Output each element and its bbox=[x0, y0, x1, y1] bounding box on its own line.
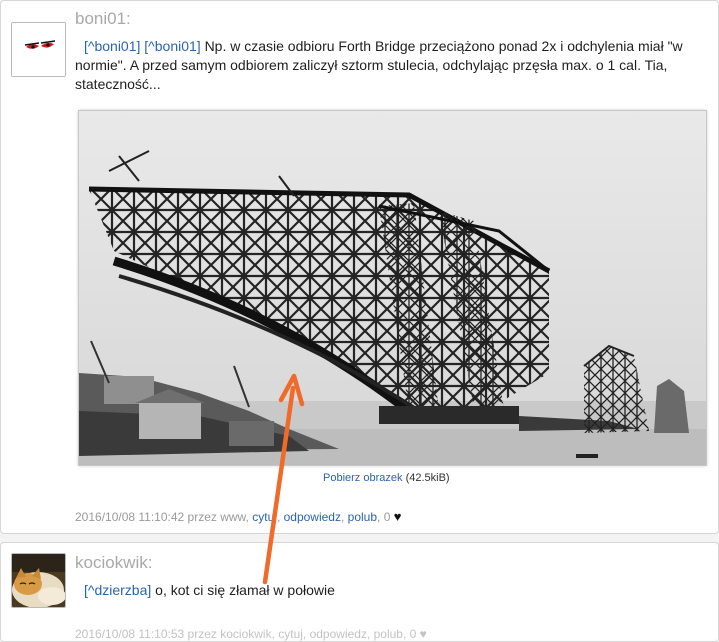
comment-meta: 2016/10/08 11:10:42 przez www, cytuj, od… bbox=[75, 509, 402, 524]
comment-meta-partial: 2016/10/08 11:10:53 przez kociokwik, cyt… bbox=[75, 627, 427, 641]
download-line: Pobierz obrazek (42.5kiB) bbox=[323, 472, 450, 484]
meta-timestamp-author: 2016/10/08 11:10:42 przez www, bbox=[75, 510, 249, 524]
reply-link[interactable]: odpowiedz bbox=[284, 510, 341, 524]
like-count: 0 bbox=[383, 510, 391, 524]
like-link[interactable]: polub bbox=[348, 510, 377, 524]
bridge-photo-image bbox=[79, 111, 706, 465]
quote-link[interactable]: cytuj bbox=[252, 510, 277, 524]
comment-text: [^dzierzba] o, kot ci się złamał w połow… bbox=[75, 581, 710, 600]
comment-body: o, kot ci się złamał w połowie bbox=[155, 582, 335, 598]
reply-ref-link[interactable]: [^boni01] bbox=[144, 38, 200, 54]
download-size: (42.5kiB) bbox=[405, 472, 450, 484]
cat-avatar-icon bbox=[12, 554, 65, 607]
reply-ref-link[interactable]: [^boni01] bbox=[84, 38, 140, 54]
heart-icon: ♥ bbox=[393, 509, 402, 524]
comment-text: [^boni01] [^boni01] Np. w czasie odbioru… bbox=[75, 37, 710, 94]
forth-bridge-photo[interactable] bbox=[78, 110, 707, 466]
download-image-link[interactable]: Pobierz obrazek bbox=[323, 472, 403, 484]
avatar-eyes-icon bbox=[12, 23, 65, 76]
avatar-boni01[interactable] bbox=[11, 22, 66, 77]
comment-author[interactable]: boni01: bbox=[75, 9, 131, 29]
comment-kociokwik: kociokwik: [^dzierzba] o, kot ci się zła… bbox=[0, 542, 719, 642]
reply-ref-link[interactable]: [^dzierzba] bbox=[84, 582, 151, 598]
comment-boni01: boni01: [^boni01] [^boni01] Np. w czasie… bbox=[0, 0, 719, 534]
avatar-kociokwik[interactable] bbox=[11, 553, 66, 608]
comment-author[interactable]: kociokwik: bbox=[75, 553, 152, 573]
